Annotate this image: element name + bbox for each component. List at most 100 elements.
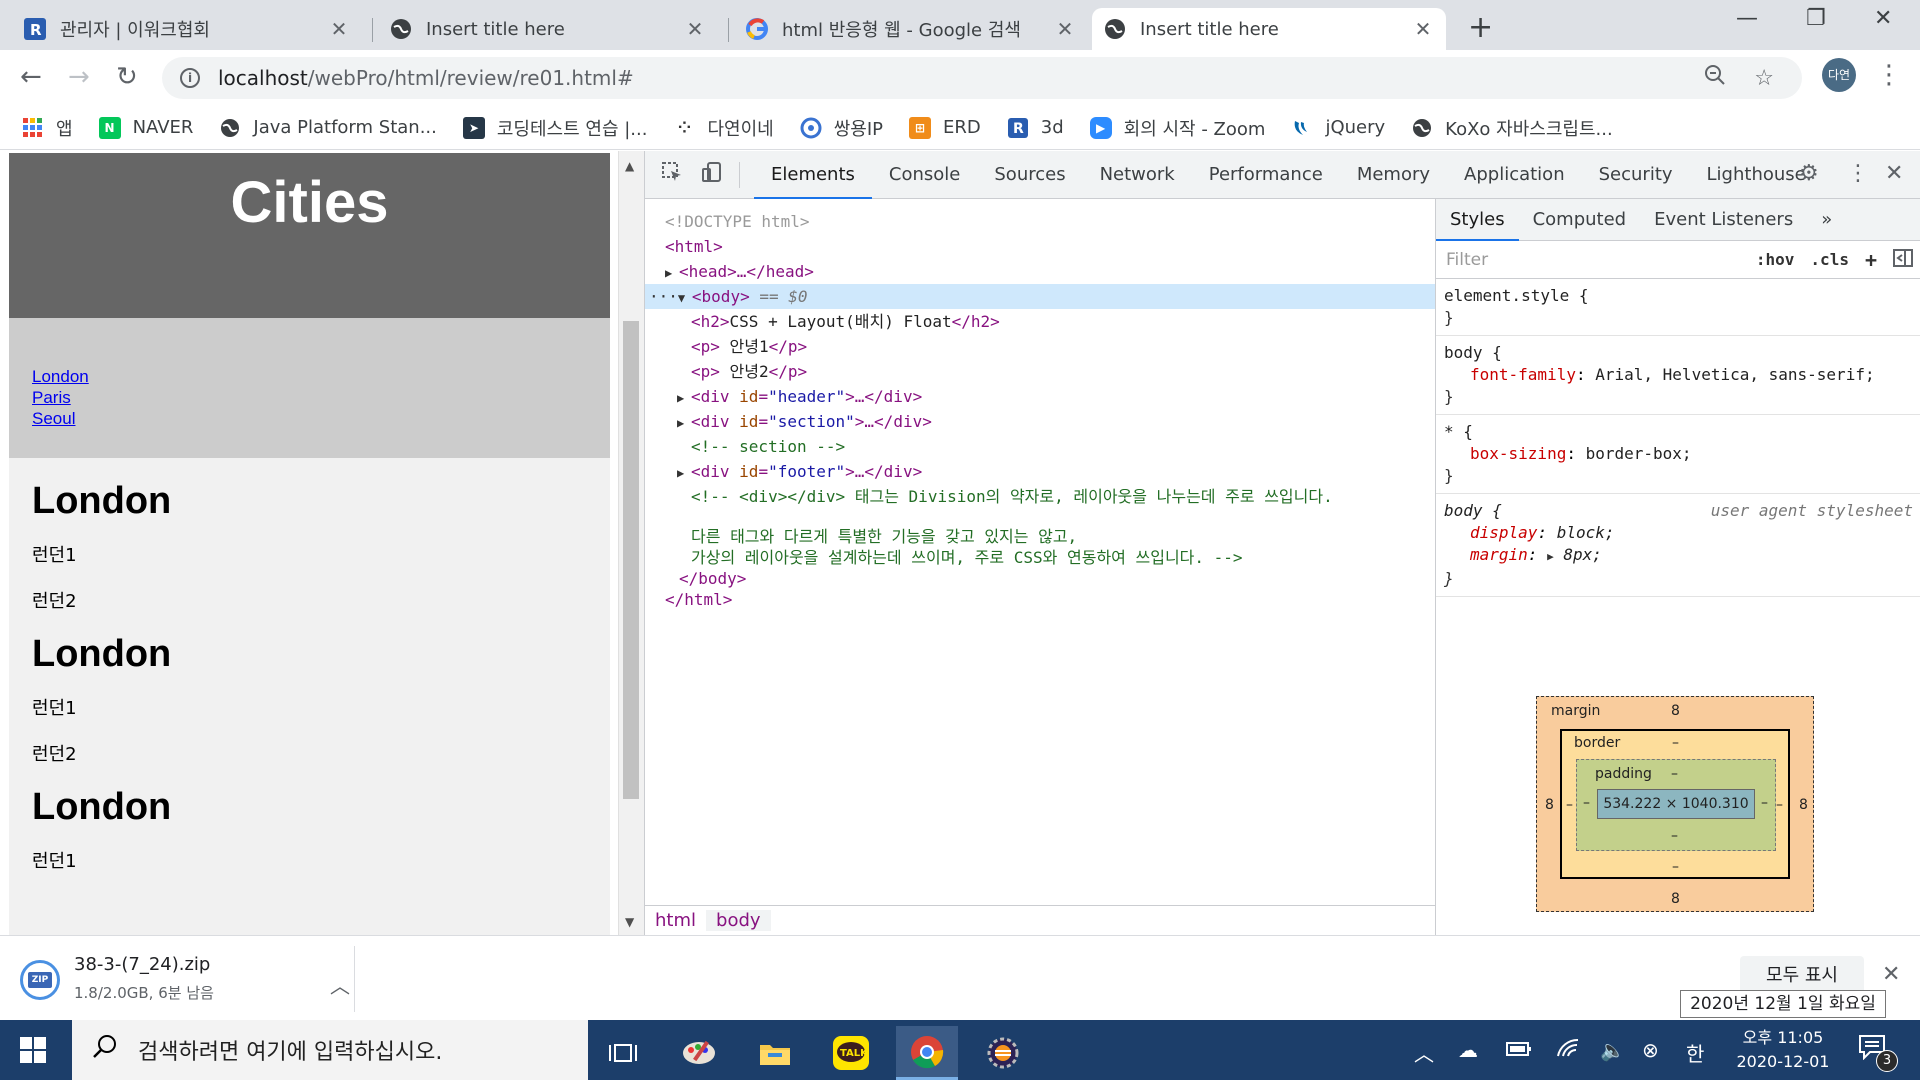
bookmark-coding-test[interactable]: ➤ 코딩테스트 연습 |... [462,115,647,141]
avatar[interactable]: 다연 [1822,58,1856,92]
forward-button[interactable]: → [68,62,90,92]
box-model-margin[interactable]: margin 8 8 8 8 border – – – – padding – … [1536,696,1814,912]
devtools-tab-console[interactable]: Console [872,151,977,199]
dom-line[interactable]: ▶ <div id="footer">…</div> [677,459,922,484]
breadcrumb-html[interactable]: html [645,910,706,931]
chevron-up-icon[interactable]: ︿ [1414,1038,1434,1067]
close-icon[interactable]: ✕ [1885,161,1903,186]
dom-line[interactable]: <p> 안녕2</p> [691,359,807,384]
page-scrollbar[interactable]: ▲ ▼ [618,151,644,935]
breadcrumb-body[interactable]: body [706,910,771,931]
close-icon[interactable]: ✕ [1882,962,1900,987]
battery-icon[interactable] [1506,1038,1532,1062]
bookmark-zoom[interactable]: ▶ 회의 시작 - Zoom [1089,115,1265,141]
more-tabs-icon[interactable]: » [1807,199,1846,241]
dom-line[interactable]: ▶ <head>…</head> [665,259,814,284]
filter-input[interactable]: Filter [1444,245,1740,274]
devtools-tab-sources[interactable]: Sources [977,151,1082,199]
info-icon[interactable]: i [180,68,200,88]
expand-triangle-icon[interactable]: ▶ [677,386,691,411]
chrome-icon[interactable] [896,1026,958,1080]
close-icon[interactable]: ✕ [684,17,706,41]
dom-line[interactable]: <html> [665,234,723,259]
close-icon[interactable]: ✕ [328,17,350,41]
browser-tab[interactable]: Insert title here ✕ [378,8,718,50]
dom-line[interactable]: <!DOCTYPE html> [665,209,810,234]
address-bar[interactable]: i localhost/webPro/html/review/re01.html… [162,57,1802,99]
devtools-tab-security[interactable]: Security [1582,151,1690,199]
dom-line[interactable]: <!-- section --> [691,434,845,459]
box-model-content[interactable]: 534.222 × 1040.310 [1597,789,1755,819]
style-rule-element[interactable]: element.style { } [1436,279,1920,336]
dom-line-selected[interactable]: ···▼ <body> == $0 [645,284,1435,309]
close-icon[interactable]: ✕ [1412,17,1434,41]
dom-line[interactable]: ▶ <div id="header">…</div> [677,384,922,409]
bookmark-3d[interactable]: R 3d [1007,117,1064,139]
restore-button[interactable]: ❐ [1806,6,1826,31]
url-text[interactable]: localhost/webPro/html/review/re01.html# [218,66,1704,90]
bookmark-ssangyong[interactable]: 쌍용IP [800,115,883,141]
dom-line[interactable]: </html> [665,587,732,612]
rule-property[interactable]: box-sizing [1444,444,1566,463]
gear-icon[interactable]: ⚙ [1799,161,1819,186]
bookmark-erd[interactable]: ⊞ ERD [909,116,981,139]
more-vert-icon[interactable]: ⋮ [1847,161,1869,186]
cls-toggle[interactable]: .cls [1810,250,1849,269]
dom-line[interactable]: ▶ <div id="section">…</div> [677,409,932,434]
dom-line[interactable]: <h2>CSS + Layout(배치) Float</h2> [691,309,1000,334]
more-vert-icon[interactable]: ⋮ [1876,60,1902,90]
rule-value[interactable]: border-box; [1586,444,1692,463]
windows-start-icon[interactable] [20,1037,46,1063]
style-rule-user-agent[interactable]: body { user agent stylesheet display: bl… [1436,494,1920,597]
new-rule-button[interactable]: + [1865,248,1877,272]
file-explorer-icon[interactable] [744,1026,806,1080]
notification-center-icon[interactable]: 3 [1858,1034,1898,1072]
ellipsis-icon[interactable]: ··· [645,287,678,306]
rule-property[interactable]: font-family [1444,365,1576,384]
devtools-tab-performance[interactable]: Performance [1192,151,1340,199]
style-rule-body[interactable]: body { font-family: Arial, Helvetica, sa… [1436,336,1920,415]
minimize-button[interactable]: — [1736,6,1758,31]
bookmark-naver[interactable]: N NAVER [98,116,193,139]
volume-icon[interactable]: 🔈 [1600,1038,1625,1062]
nav-link-paris[interactable]: Paris [32,387,610,408]
taskbar-search[interactable]: 검색하려면 여기에 입력하십시오. [72,1020,588,1080]
expand-triangle-icon[interactable]: ▶ [665,261,679,286]
box-model-padding[interactable]: padding – – – – 534.222 × 1040.310 [1576,759,1776,851]
kakaotalk-icon[interactable]: TALK [820,1026,882,1080]
expand-triangle-icon[interactable]: ▶ [1547,550,1554,563]
paint-app-icon[interactable] [668,1026,730,1080]
download-item[interactable]: ZIP 38-3-(7_24).zip 1.8/2.0GB, 6분 남음 ︿ [20,952,360,1008]
dom-line[interactable]: <p> 안녕1</p> [691,334,807,359]
rule-value[interactable]: Arial, Helvetica, sans-serif; [1595,365,1874,384]
tab-styles[interactable]: Styles [1436,199,1519,241]
new-tab-button[interactable]: + [1468,10,1493,45]
tab-computed[interactable]: Computed [1519,199,1641,241]
browser-tab-active[interactable]: Insert title here ✕ [1092,8,1446,50]
toggle-sidebar-icon[interactable] [1893,248,1913,271]
onedrive-icon[interactable]: ☁ [1458,1038,1478,1062]
close-icon[interactable]: ✕ [1054,17,1076,41]
devtools-tab-elements[interactable]: Elements [754,151,872,199]
inspect-element-icon[interactable] [659,161,685,188]
chevron-up-icon[interactable]: ︿ [330,970,350,999]
browser-tab[interactable]: html 반응형 웹 - Google 검색 ✕ [734,8,1088,50]
bookmark-dayeon[interactable]: ⁘ 다연이네 [673,115,774,141]
devtools-tab-memory[interactable]: Memory [1340,151,1447,199]
collapse-triangle-icon[interactable]: ▼ [678,286,692,311]
tab-event-listeners[interactable]: Event Listeners [1640,199,1807,241]
device-toolbar-icon[interactable] [699,161,725,188]
scroll-up-icon[interactable]: ▲ [625,159,634,173]
browser-tab[interactable]: R 관리자 | 이워크협회 ✕ [12,8,362,50]
devtools-tab-network[interactable]: Network [1083,151,1192,199]
bookmark-java[interactable]: Java Platform Stan... [219,117,437,139]
taskbar-clock[interactable]: 오후 11:05 2020-12-01 [1720,1026,1846,1074]
hov-toggle[interactable]: :hov [1756,250,1795,269]
style-rule-universal[interactable]: * { box-sizing: border-box; } [1436,415,1920,494]
zoom-icon[interactable] [1704,64,1726,92]
bookmark-apps[interactable]: 앱 [22,115,73,141]
bookmark-jquery[interactable]: jQuery [1291,117,1385,139]
star-icon[interactable]: ☆ [1754,66,1774,91]
task-view-icon[interactable] [592,1026,654,1080]
eclipse-ide-icon[interactable] [972,1026,1034,1080]
